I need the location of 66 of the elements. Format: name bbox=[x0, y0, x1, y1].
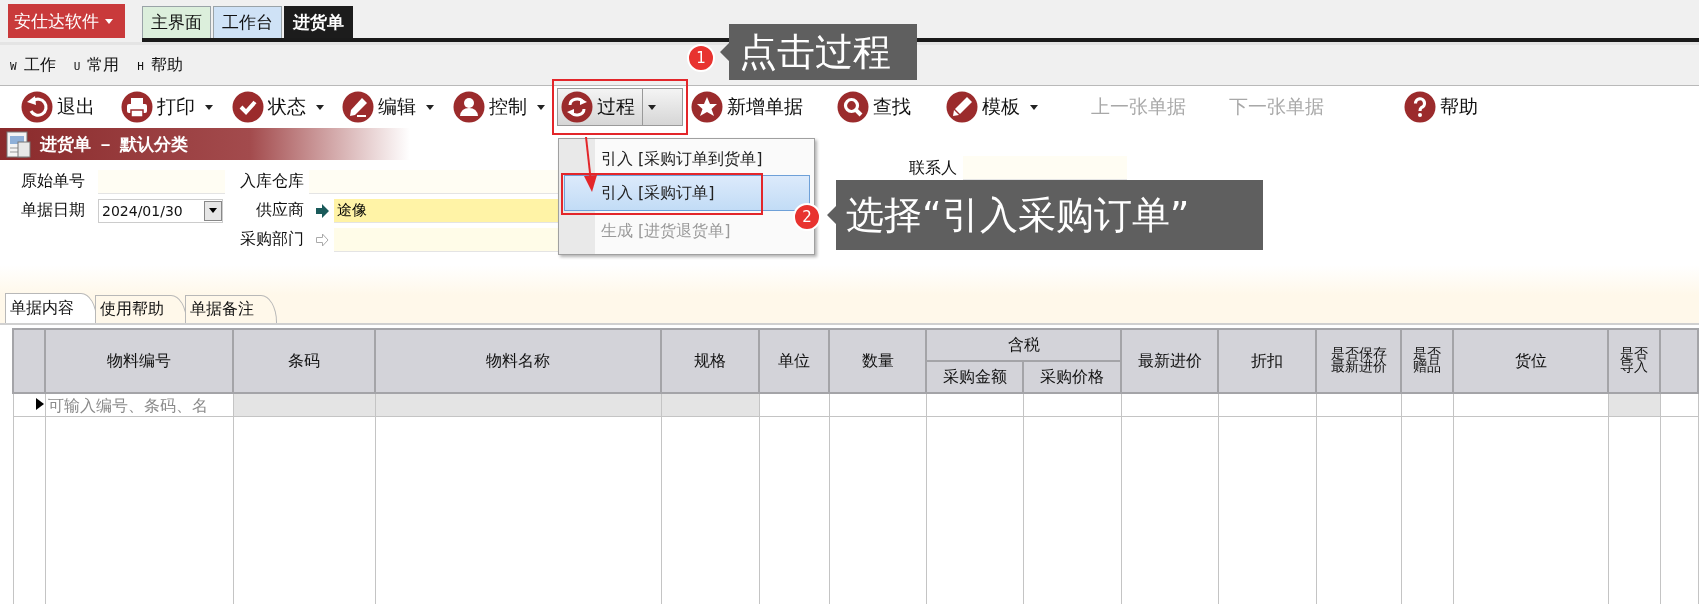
callout-label: 选择“引入采购订单” bbox=[827, 180, 1263, 250]
pencil-icon bbox=[946, 91, 978, 123]
step-badge: 2 bbox=[793, 203, 821, 231]
toolbar-button[interactable]: 控制 bbox=[449, 88, 549, 126]
input-field[interactable]: 途像 bbox=[334, 198, 561, 223]
input-field[interactable] bbox=[334, 227, 561, 252]
column-header: 单位 bbox=[778, 350, 810, 370]
column-header: 是否保存最新进价 bbox=[1330, 346, 1387, 374]
pointer-arrow bbox=[582, 136, 598, 193]
toolbar-button[interactable]: 新增单据 bbox=[687, 88, 807, 126]
field-label: 单据日期 bbox=[21, 200, 86, 221]
column-header: 采购金额 bbox=[926, 361, 1023, 393]
check-icon bbox=[232, 91, 264, 123]
tab[interactable]: 工作台 bbox=[213, 6, 282, 38]
app-menu-button[interactable]: 安仕达软件 bbox=[8, 4, 125, 38]
menu-item[interactable]: U 常用 bbox=[69, 52, 124, 78]
panel-title: 进货单 － 默认分类 bbox=[40, 132, 188, 156]
tab[interactable]: 进货单 bbox=[284, 6, 353, 38]
callout-label: 点击过程 bbox=[720, 24, 917, 80]
printer-icon bbox=[121, 91, 153, 123]
date-picker[interactable]: 2024/01/30 bbox=[98, 198, 223, 223]
input-field[interactable] bbox=[963, 156, 1127, 180]
column-header: 最新进价 bbox=[1137, 350, 1202, 370]
column-header: 条码 bbox=[288, 350, 320, 370]
tab[interactable]: 单据备注 bbox=[185, 295, 277, 323]
column-header: 含税 bbox=[926, 329, 1121, 361]
toolbar-button[interactable]: 过程 bbox=[557, 88, 683, 126]
toolbar-button[interactable]: 帮助 bbox=[1400, 88, 1482, 126]
column-header: 物料名称 bbox=[486, 350, 550, 370]
toolbar-button[interactable]: 打印 bbox=[117, 88, 217, 126]
input-field[interactable] bbox=[98, 169, 225, 194]
caret-icon bbox=[105, 18, 113, 24]
column-header: 规格 bbox=[694, 350, 726, 370]
column-header: 是否赠品 bbox=[1413, 346, 1441, 374]
field-label: 采购部门 bbox=[239, 229, 305, 250]
column-header: 采购价格 bbox=[1023, 361, 1121, 393]
field-label: 入库仓库 bbox=[239, 171, 305, 192]
input-field[interactable] bbox=[309, 169, 561, 194]
field-label: 供应商 bbox=[255, 200, 305, 221]
help-icon bbox=[1404, 91, 1436, 123]
pencil-icon bbox=[342, 91, 374, 123]
toolbar-button[interactable]: 状态 bbox=[228, 88, 328, 126]
column-header: 货位 bbox=[1514, 350, 1547, 370]
column-header: 物料编号 bbox=[107, 350, 171, 370]
menu-item[interactable]: 引入 [采购订单] bbox=[564, 175, 810, 211]
column-header: 折扣 bbox=[1251, 350, 1283, 370]
toolbar-button[interactable]: 编辑 bbox=[338, 88, 438, 126]
field-label: 原始单号 bbox=[21, 171, 86, 192]
toolbar-button[interactable]: 模板 bbox=[942, 88, 1042, 126]
person-icon bbox=[453, 91, 485, 123]
column-header: 数量 bbox=[861, 350, 894, 370]
refresh-icon bbox=[561, 91, 593, 123]
tab[interactable]: 主界面 bbox=[142, 6, 211, 38]
document-icon bbox=[4, 130, 32, 158]
menu-item[interactable]: W 工作 bbox=[6, 52, 60, 78]
search-icon bbox=[837, 91, 869, 123]
menu-item[interactable]: H 帮助 bbox=[133, 52, 187, 78]
caret-icon bbox=[209, 208, 217, 213]
column-header: 是否导入 bbox=[1620, 346, 1648, 374]
field-label: 联系人 bbox=[909, 157, 958, 179]
input-field[interactable]: 可输入编号、条码、名 bbox=[45, 395, 233, 415]
menu-item[interactable]: 引入 [采购订单到货单] bbox=[564, 143, 810, 175]
tab[interactable]: 单据内容 bbox=[5, 293, 97, 323]
tab[interactable]: 使用帮助 bbox=[95, 295, 187, 323]
toolbar-button[interactable]: 退出 bbox=[17, 88, 99, 126]
toolbar-button[interactable]: 查找 bbox=[833, 88, 915, 126]
